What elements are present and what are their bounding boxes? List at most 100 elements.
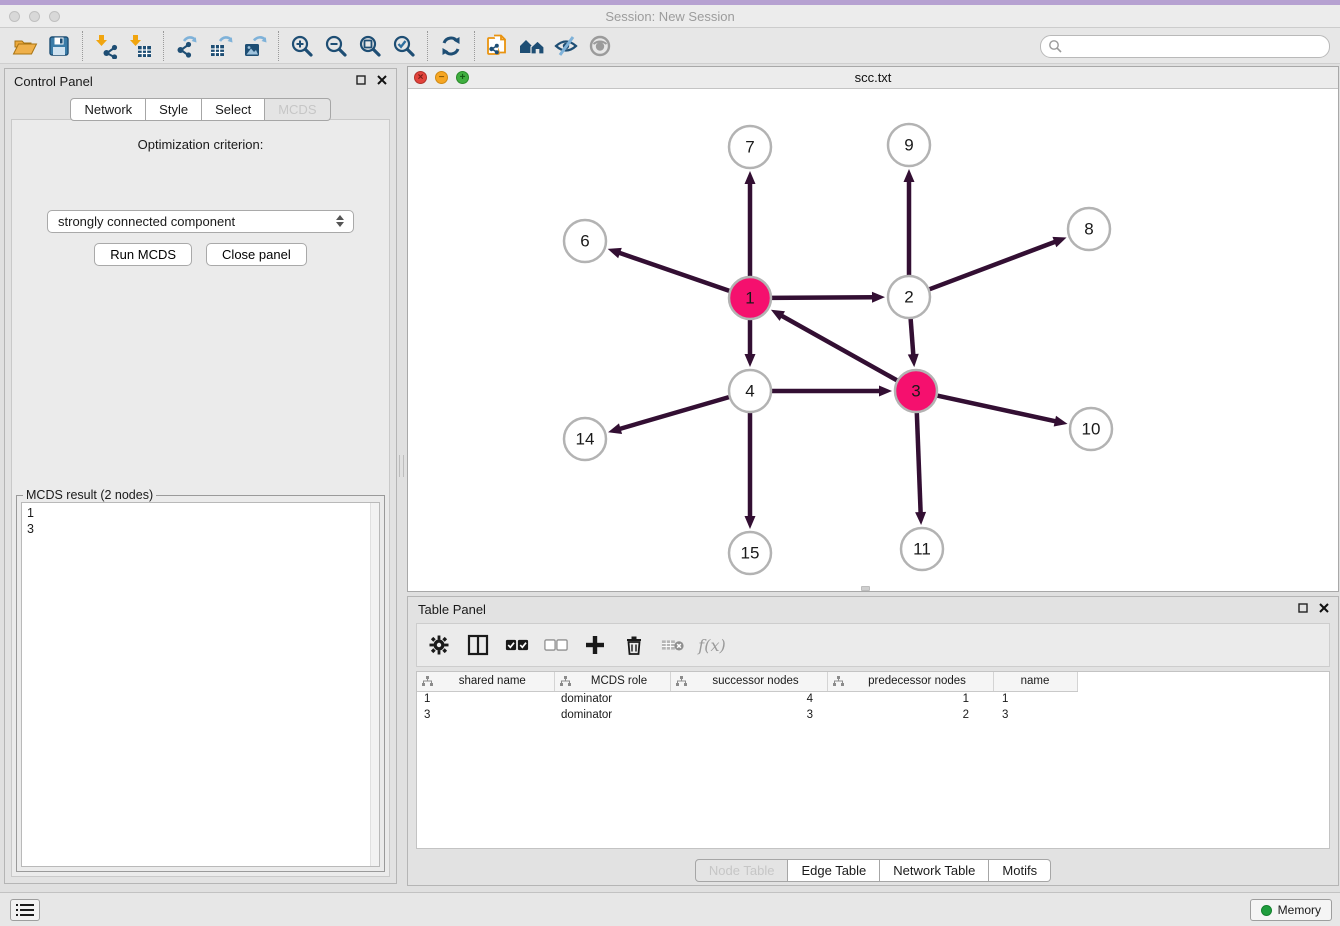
function-builder-button[interactable]: f(x) [700,633,724,657]
search-input[interactable] [1040,35,1330,58]
column-header-successor-nodes[interactable]: successor nodes [670,672,827,691]
tab-mcds[interactable]: MCDS [265,98,330,121]
export-network-button[interactable] [170,31,204,61]
graph-node-9[interactable]: 9 [888,124,930,166]
export-table-button[interactable] [204,31,238,61]
unselect-all-columns-button[interactable] [544,633,568,657]
table-row[interactable]: 1 dominator 4 1 1 [417,691,1077,707]
graph-edge-4-14[interactable] [608,397,730,434]
hide-visual-properties-button[interactable] [549,31,583,61]
table-panel-title: Table Panel [418,602,486,617]
tab-node-table[interactable]: Node Table [695,859,789,882]
column-header-name[interactable]: name [993,672,1077,691]
refresh-layout-button[interactable] [434,31,468,61]
result-scrollbar[interactable] [370,503,379,866]
delete-column-button[interactable] [622,633,646,657]
zoom-selected-button[interactable] [387,31,421,61]
hierarchy-icon [560,676,571,687]
graph-edge-2-9[interactable] [904,169,915,276]
graph-node-8[interactable]: 8 [1068,208,1110,250]
checked-boxes-icon [505,638,529,652]
table-row[interactable]: 3 dominator 3 2 3 [417,707,1077,723]
toolbar-separator [474,31,475,61]
graph-edge-3-1[interactable] [771,310,898,381]
run-mcds-button[interactable]: Run MCDS [94,243,192,266]
tab-motifs[interactable]: Motifs [989,859,1051,882]
float-panel-icon[interactable] [356,75,366,85]
close-panel-button[interactable]: Close panel [206,243,307,266]
horizontal-splitter-grip[interactable] [861,586,870,591]
save-icon [46,33,72,59]
export-image-icon [242,33,268,59]
graph-edge-1-7[interactable] [745,171,756,277]
save-session-button[interactable] [42,31,76,61]
graph-node-6[interactable]: 6 [564,220,606,262]
graph-node-3[interactable]: 3 [895,370,937,412]
zoom-in-icon [289,33,315,59]
graph-edge-2-3[interactable] [908,318,919,367]
graph-node-15[interactable]: 15 [729,532,771,574]
svg-text:1: 1 [745,288,754,307]
graph-node-11[interactable]: 11 [901,528,943,570]
graph-node-2[interactable]: 2 [888,276,930,318]
tab-edge-table[interactable]: Edge Table [788,859,880,882]
select-all-columns-button[interactable] [505,633,529,657]
close-panel-icon[interactable] [1319,603,1329,613]
table-options-button[interactable] [427,633,451,657]
network-window-titlebar[interactable]: × − + scc.txt [408,67,1338,89]
columns-icon [467,634,489,656]
close-panel-icon[interactable] [377,75,387,85]
status-bar: Memory [0,892,1340,926]
tab-network[interactable]: Network [70,98,146,121]
table-panel: Table Panel [407,596,1339,886]
graph-edge-1-6[interactable] [608,248,730,291]
graph-edge-3-11[interactable] [915,412,926,525]
graph-edge-2-8[interactable] [929,237,1067,290]
toolbar-separator [163,31,164,61]
add-column-button[interactable] [583,633,607,657]
import-table-button[interactable] [123,31,157,61]
home-button[interactable] [515,31,549,61]
delete-table-button[interactable] [661,633,685,657]
column-header-mcds-role[interactable]: MCDS role [554,672,670,691]
network-canvas[interactable]: 7 9 6 8 1 2 4 3 14 10 15 11 [408,89,1338,591]
tab-network-table[interactable]: Network Table [880,859,989,882]
memory-button[interactable]: Memory [1250,899,1332,921]
control-panel-tabs: Network Style Select MCDS [5,98,396,121]
graph-node-14[interactable]: 14 [564,418,606,460]
show-visual-properties-button[interactable] [583,31,617,61]
graph-node-10[interactable]: 10 [1070,408,1112,450]
graph-edge-4-15[interactable] [745,412,756,529]
export-image-button[interactable] [238,31,272,61]
graph-edge-1-2[interactable] [771,292,885,303]
svg-text:4: 4 [745,381,754,400]
open-session-button[interactable] [8,31,42,61]
mcds-result-text[interactable]: 1 3 [21,502,380,867]
vertical-splitter-grip[interactable] [399,455,404,477]
column-header-shared-name[interactable]: shared name [417,672,554,691]
node-table[interactable]: shared name MCDS role successor nodes pr… [416,671,1330,849]
import-network-button[interactable] [89,31,123,61]
toolbar-separator [278,31,279,61]
criterion-dropdown[interactable]: strongly connected component [47,210,354,233]
column-header-predecessor-nodes[interactable]: predecessor nodes [827,672,993,691]
graph-edge-3-10[interactable] [937,395,1068,426]
table-toolbar: f(x) [416,623,1330,667]
tab-select[interactable]: Select [202,98,265,121]
graph-node-4[interactable]: 4 [729,370,771,412]
zoom-out-button[interactable] [319,31,353,61]
graph-edge-1-4[interactable] [745,319,756,367]
task-history-button[interactable] [10,899,40,921]
graph-node-7[interactable]: 7 [729,126,771,168]
graph-edge-4-3[interactable] [771,386,892,397]
hierarchy-icon [676,676,687,687]
clone-network-button[interactable] [481,31,515,61]
zoom-fit-button[interactable] [353,31,387,61]
mcds-result-title: MCDS result (2 nodes) [23,488,156,502]
zoom-in-button[interactable] [285,31,319,61]
toolbar-separator [82,31,83,61]
graph-node-1[interactable]: 1 [729,277,771,319]
show-columns-button[interactable] [466,633,490,657]
tab-style[interactable]: Style [146,98,202,121]
float-panel-icon[interactable] [1298,603,1308,613]
